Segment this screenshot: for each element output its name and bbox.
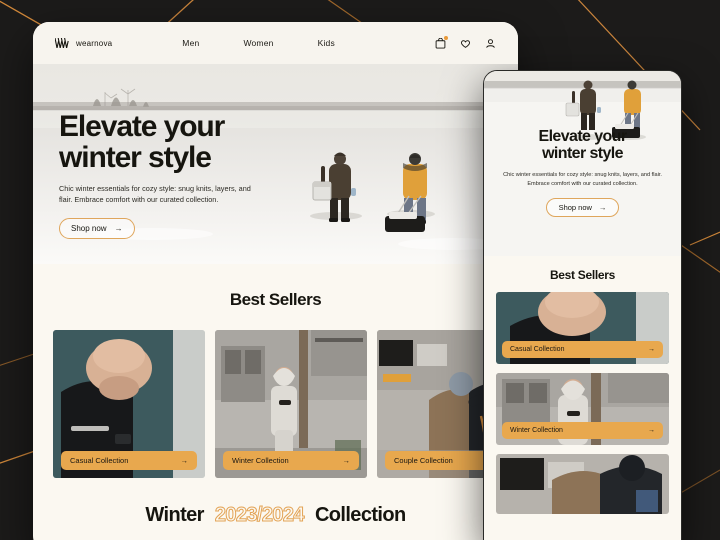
- shopping-bag-icon[interactable]: [435, 35, 448, 49]
- hero-copy-block: Elevate your winter style Chic winter es…: [59, 110, 264, 239]
- mobile-best-sellers-title: Best Sellers: [549, 268, 616, 282]
- desktop-mockup: wearnova Men Women Kids Elevate your win…: [33, 22, 518, 540]
- presentation-stage: wearnova Men Women Kids Elevate your win…: [0, 0, 720, 540]
- mobile-product-card-casual[interactable]: Casual Collection →: [496, 292, 669, 364]
- casual-collection-label[interactable]: Casual Collection →: [61, 451, 197, 470]
- mobile-hero-paragraph: Chic winter essentials for cozy style: s…: [503, 171, 662, 187]
- shop-now-label: Shop now: [71, 223, 107, 233]
- mobile-shop-now-button[interactable]: Shop now →: [545, 198, 620, 218]
- heart-icon[interactable]: [460, 38, 471, 49]
- mobile-hero-copy: Elevate your winter style Chic winter es…: [484, 128, 681, 218]
- winter-collection-label[interactable]: Winter Collection →: [223, 451, 359, 470]
- desktop-nav-icons: [435, 35, 496, 49]
- hero-title: Elevate your winter style: [59, 110, 264, 174]
- mobile-navbar: [484, 70, 681, 71]
- winter-collection-prefix: Winter: [145, 504, 204, 526]
- mobile-casual-collection-label[interactable]: Casual Collection →: [502, 341, 663, 358]
- mobile-hero-title-line2: winter style: [542, 144, 623, 162]
- winter-collection-suffix: Collection: [314, 504, 406, 526]
- card-label-text: Casual Collection: [510, 346, 565, 353]
- card-label-text: Couple Collection: [394, 456, 453, 465]
- desktop-hero: Elevate your winter style Chic winter es…: [33, 64, 518, 264]
- hero-title-line1: Elevate your: [59, 110, 225, 143]
- arrow-right-icon: →: [180, 456, 189, 465]
- best-sellers-title: Best Sellers: [229, 290, 322, 309]
- arrow-right-icon: →: [648, 427, 655, 434]
- card-label-text: Winter Collection: [232, 456, 289, 465]
- arrow-right-icon: →: [342, 456, 351, 465]
- shop-now-button[interactable]: Shop now →: [59, 217, 135, 239]
- card-label-text: Casual Collection: [70, 456, 129, 465]
- hero-title-line2: winter style: [59, 140, 212, 174]
- mobile-product-card-next[interactable]: [496, 454, 669, 514]
- mobile-mockup: Elevate your winter style Chic winter es…: [483, 70, 682, 540]
- best-sellers-section: Best Sellers Casual Collection → Winter …: [33, 264, 518, 527]
- mobile-next-collection-photo: [496, 454, 669, 514]
- mobile-best-sellers-section: Best Sellers Casual Collection → Winter …: [484, 256, 681, 514]
- desktop-nav-menu: Men Women Kids: [182, 38, 335, 48]
- product-card-casual[interactable]: Casual Collection →: [53, 330, 205, 478]
- arrow-right-icon: →: [598, 203, 607, 213]
- brand-name: wearnova: [76, 38, 113, 48]
- hero-paragraph: Chic winter essentials for cozy style: s…: [59, 184, 251, 205]
- mobile-hero-title: Elevate your winter style: [496, 128, 669, 163]
- nav-item-men[interactable]: Men: [182, 38, 199, 48]
- nav-item-kids[interactable]: Kids: [318, 38, 335, 48]
- mobile-product-card-winter[interactable]: Winter Collection →: [496, 373, 669, 445]
- user-account-icon[interactable]: [485, 38, 496, 49]
- arrow-right-icon: →: [114, 223, 123, 233]
- product-card-list: Casual Collection → Winter Collection → …: [33, 330, 518, 478]
- desktop-navbar: wearnova Men Women Kids: [33, 22, 518, 64]
- mobile-hero: Elevate your winter style Chic winter es…: [484, 70, 681, 256]
- cart-badge: [444, 35, 448, 40]
- arrow-right-icon: →: [648, 346, 655, 353]
- winter-collection-year: 2023/2024: [214, 504, 305, 527]
- mobile-hero-title-line1: Elevate your: [538, 128, 628, 145]
- mobile-shop-now-label: Shop now: [558, 203, 592, 213]
- winter-collection-heading: Winter 2023/2024 Collection: [33, 504, 518, 527]
- nav-item-women[interactable]: Women: [243, 38, 273, 48]
- product-card-winter[interactable]: Winter Collection →: [215, 330, 367, 478]
- card-label-text: Winter Collection: [510, 427, 563, 434]
- mobile-winter-collection-label[interactable]: Winter Collection →: [502, 422, 663, 439]
- brand-logo[interactable]: wearnova: [55, 38, 112, 48]
- zigzag-w-mark-icon: [55, 38, 69, 48]
